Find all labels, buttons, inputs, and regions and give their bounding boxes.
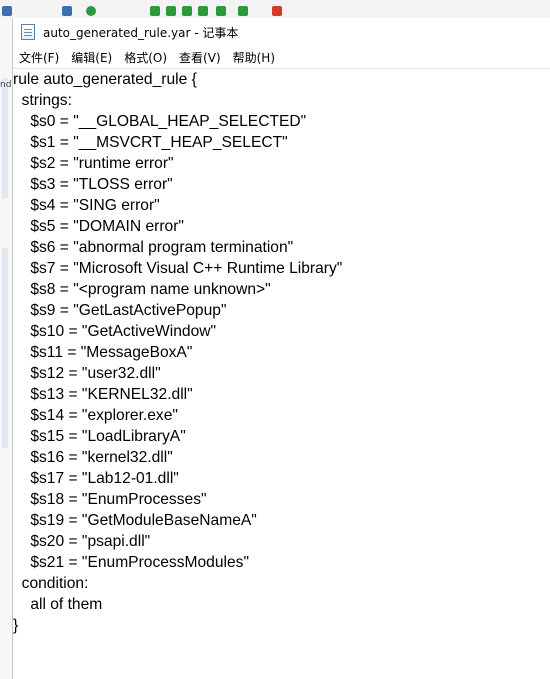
background-toolbar-icon [62,6,72,16]
notepad-icon [21,24,35,40]
background-toolbar-icon [2,6,12,16]
title-bar[interactable]: auto_generated_rule.yar - 记事本 [13,18,550,46]
editor-line: $s0 = "__GLOBAL_HEAP_SELECTED" [13,113,307,130]
editor-line: $s7 = "Microsoft Visual C++ Runtime Libr… [13,260,343,277]
window-title: auto_generated_rule.yar - 记事本 [43,25,239,40]
editor-line: all of them [13,596,103,613]
editor-line: rule auto_generated_rule { [13,71,197,88]
editor-line: $s4 = "SING error" [13,197,160,214]
background-toolbar-icon [86,6,96,16]
editor-line: $s1 = "__MSVCRT_HEAP_SELECT" [13,134,288,151]
background-panel-bar [2,78,8,198]
background-toolbar-icon [198,6,208,16]
background-panel-bar [2,248,8,448]
editor-line: $s12 = "user32.dll" [13,365,161,382]
editor-line: $s19 = "GetModuleBaseNameA" [13,512,257,529]
editor-line: $s18 = "EnumProcesses" [13,491,207,508]
editor-line: $s6 = "abnormal program termination" [13,239,294,256]
editor-line: $s2 = "runtime error" [13,155,174,172]
background-edge-text: nd [0,80,12,90]
editor-line: $s9 = "GetLastActivePopup" [13,302,227,319]
editor-line: condition: [13,575,89,592]
editor-line: $s8 = "<program name unknown>" [13,281,271,298]
menu-view[interactable]: 查看(V) [173,47,227,68]
background-toolbar-icon [150,6,160,16]
background-toolbar-icon [272,6,282,16]
text-editor-area[interactable]: rule auto_generated_rule { strings: $s0 … [13,68,550,679]
editor-line: $s15 = "LoadLibraryA" [13,428,186,445]
editor-line: $s11 = "MessageBoxA" [13,344,193,361]
menu-format[interactable]: 格式(O) [118,47,173,68]
menu-bar: 文件(F) 编辑(E) 格式(O) 查看(V) 帮助(H) [13,46,550,68]
editor-line: } [13,617,19,634]
menu-file[interactable]: 文件(F) [13,47,65,68]
editor-line: $s20 = "psapi.dll" [13,533,151,550]
desktop: nd auto_generated_rule.yar - 记事本 文件(F) 编… [0,0,550,679]
menu-edit[interactable]: 编辑(E) [65,47,118,68]
editor-line: $s3 = "TLOSS error" [13,176,173,193]
background-toolbar-icon [238,6,248,16]
editor-line: $s16 = "kernel32.dll" [13,449,173,466]
background-window-toolbar [0,0,550,18]
background-toolbar-icon [216,6,226,16]
editor-line: $s13 = "KERNEL32.dll" [13,386,193,403]
menu-help[interactable]: 帮助(H) [227,47,281,68]
editor-line: $s21 = "EnumProcessModules" [13,554,249,571]
background-toolbar-icon [166,6,176,16]
editor-line: strings: [13,92,72,109]
editor-line: $s5 = "DOMAIN error" [13,218,184,235]
editor-line: $s17 = "Lab12-01.dll" [13,470,179,487]
editor-line: $s14 = "explorer.exe" [13,407,178,424]
background-toolbar-icon [182,6,192,16]
notepad-window: auto_generated_rule.yar - 记事本 文件(F) 编辑(E… [12,18,550,679]
editor-line: $s10 = "GetActiveWindow" [13,323,217,340]
